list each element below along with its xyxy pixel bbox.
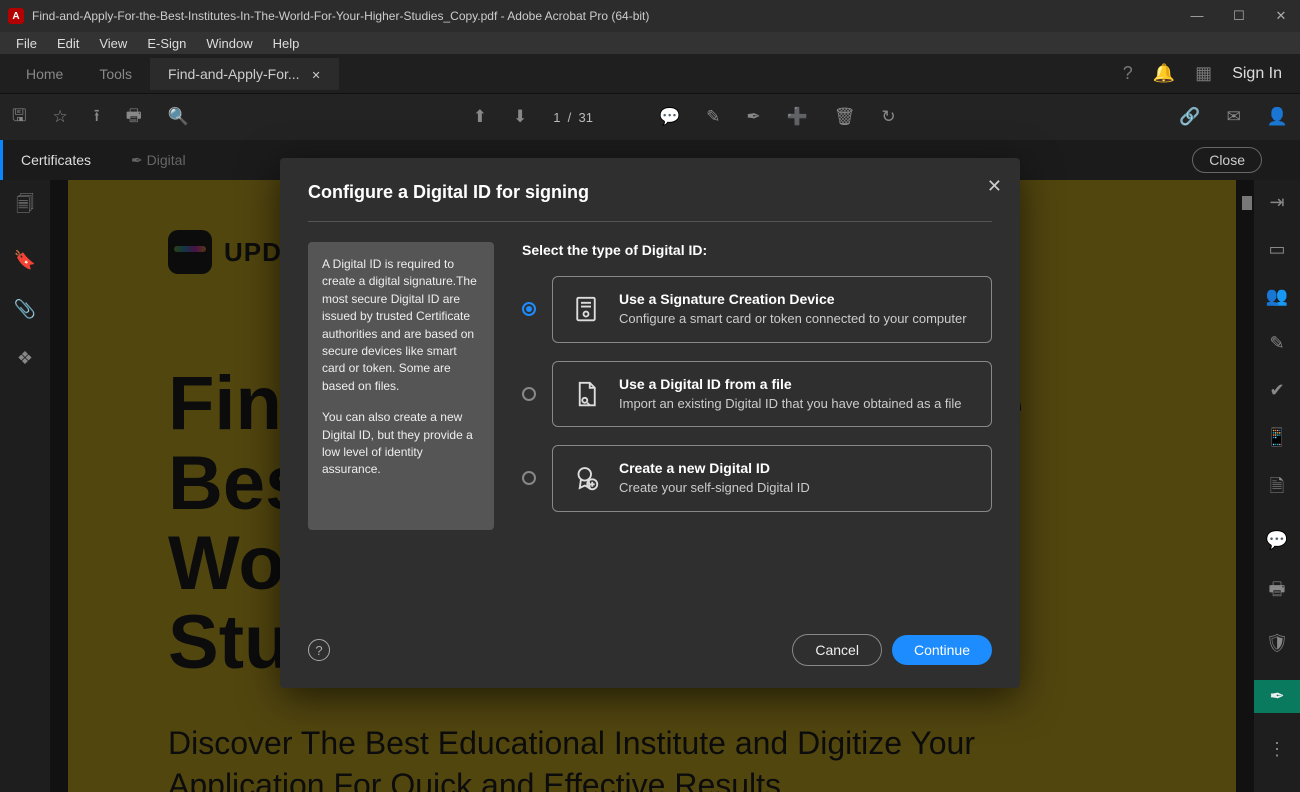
- comment-icon[interactable]: 💬: [659, 107, 680, 127]
- people-icon[interactable]: 👥: [1266, 286, 1288, 307]
- menu-help[interactable]: Help: [263, 36, 310, 51]
- stamp-icon[interactable]: ➕: [787, 107, 808, 127]
- apps-icon[interactable]: ▦: [1195, 63, 1212, 84]
- tab-home-label: Home: [26, 66, 63, 82]
- updf-logo-icon: [168, 230, 212, 274]
- tab-tools[interactable]: Tools: [81, 58, 150, 90]
- page-up-icon[interactable]: ⬆: [473, 107, 487, 127]
- sign-icon[interactable]: ✒: [746, 107, 760, 127]
- left-nav-rail: 🗐 🔖 📎 ❖: [0, 180, 50, 792]
- dialog-close-button[interactable]: ✕: [987, 176, 1002, 197]
- option-signature-device[interactable]: Use a Signature Creation Device Configur…: [552, 276, 992, 343]
- option-1-title: Use a Signature Creation Device: [619, 291, 967, 307]
- tab-home[interactable]: Home: [8, 58, 81, 90]
- notification-icon[interactable]: 🔔: [1153, 63, 1175, 84]
- smartcard-icon: [571, 294, 601, 324]
- option-from-file[interactable]: Use a Digital ID from a file Import an e…: [552, 361, 992, 428]
- minimize-button[interactable]: —: [1190, 8, 1204, 24]
- sign-in-link[interactable]: Sign In: [1232, 65, 1282, 83]
- delete-icon[interactable]: 🗑: [834, 107, 856, 127]
- cancel-button[interactable]: Cancel: [792, 634, 882, 666]
- file-id-icon: [571, 379, 601, 409]
- save-icon[interactable]: 🖫: [12, 103, 26, 132]
- help-icon[interactable]: ?: [1123, 63, 1133, 84]
- tab-document-label: Find-and-Apply-For...: [168, 66, 300, 82]
- thumbnails-icon[interactable]: 🗐: [16, 192, 34, 222]
- option-3-radio[interactable]: [522, 471, 536, 485]
- tab-tools-label: Tools: [99, 66, 132, 82]
- page-down-icon[interactable]: ⬇: [513, 107, 527, 127]
- digitally-sign-tool[interactable]: ✒ Digital: [131, 152, 186, 169]
- maximize-button[interactable]: ☐: [1232, 8, 1246, 24]
- copy-icon[interactable]: 🗎: [1270, 474, 1284, 504]
- window-titlebar: A Find-and-Apply-For-the-Best-Institutes…: [0, 0, 1300, 32]
- fill-sign-icon[interactable]: ✔: [1269, 380, 1284, 401]
- menu-edit[interactable]: Edit: [47, 36, 89, 51]
- link-icon[interactable]: 🔗: [1179, 107, 1200, 127]
- print-icon[interactable]: 🖶: [126, 103, 142, 132]
- option-2-title: Use a Digital ID from a file: [619, 376, 962, 392]
- menu-esign[interactable]: E-Sign: [137, 36, 196, 51]
- attachment-icon[interactable]: 📎: [14, 299, 36, 320]
- print2-icon[interactable]: 🖶: [1269, 577, 1286, 607]
- info-paragraph-2: You can also create a new Digital ID, bu…: [322, 409, 480, 479]
- dialog-title: Configure a Digital ID for signing: [308, 182, 992, 203]
- cloud-upload-icon[interactable]: ⭱: [94, 103, 100, 132]
- more-icon[interactable]: ⋮: [1268, 739, 1286, 760]
- current-page: 1: [553, 110, 560, 125]
- option-3-desc: Create your self-signed Digital ID: [619, 479, 810, 497]
- total-pages: 31: [578, 110, 592, 125]
- star-icon[interactable]: ☆: [52, 107, 67, 127]
- mail-icon[interactable]: ✉: [1227, 107, 1241, 127]
- menu-window[interactable]: Window: [196, 36, 262, 51]
- scrollbar-thumb[interactable]: [1242, 196, 1252, 210]
- dialog-help-button[interactable]: ?: [308, 639, 330, 661]
- option-3-title: Create a new Digital ID: [619, 460, 810, 476]
- option-create-new[interactable]: Create a new Digital ID Create your self…: [552, 445, 992, 512]
- window-title: Find-and-Apply-For-the-Best-Institutes-I…: [32, 9, 1190, 23]
- page-subtitle: Discover The Best Educational Institute …: [168, 723, 1136, 792]
- menu-bar: File Edit View E-Sign Window Help: [0, 32, 1300, 54]
- select-type-label: Select the type of Digital ID:: [522, 242, 992, 258]
- badge-plus-icon: [571, 463, 601, 493]
- info-paragraph-1: A Digital ID is required to create a dig…: [322, 256, 480, 395]
- dialog-info-panel: A Digital ID is required to create a dig…: [308, 242, 494, 530]
- option-2-desc: Import an existing Digital ID that you h…: [619, 395, 962, 413]
- bookmark-icon[interactable]: 🔖: [14, 250, 36, 271]
- right-tools-rail: ⇥ ▭ 👥 ✎ ✔ 📱 🗎 💬 🖶 🛡 ✒ ⋮: [1254, 180, 1300, 792]
- highlight-icon[interactable]: ✎: [706, 107, 720, 127]
- chat-icon[interactable]: 💬: [1266, 530, 1288, 551]
- edit-icon[interactable]: ▭: [1268, 239, 1285, 260]
- menu-file[interactable]: File: [6, 36, 47, 51]
- rotate-icon[interactable]: ↻: [881, 107, 895, 127]
- tab-document[interactable]: Find-and-Apply-For... ✕: [150, 58, 339, 90]
- draw-icon[interactable]: ✎: [1269, 333, 1284, 354]
- layers-icon[interactable]: ❖: [17, 348, 33, 369]
- profile-icon[interactable]: 👤: [1267, 107, 1288, 127]
- configure-digital-id-dialog: Configure a Digital ID for signing ✕ A D…: [280, 158, 1020, 688]
- mobile-icon[interactable]: 📱: [1266, 427, 1288, 448]
- certificates-label: Certificates: [21, 152, 91, 168]
- option-1-desc: Configure a smart card or token connecte…: [619, 310, 967, 328]
- option-2-radio[interactable]: [522, 387, 536, 401]
- tab-strip: Home Tools Find-and-Apply-For... ✕ ? 🔔 ▦…: [0, 54, 1300, 94]
- option-1-radio[interactable]: [522, 302, 536, 316]
- close-subbar-button[interactable]: Close: [1192, 147, 1262, 173]
- page-number[interactable]: 1 / 31: [553, 110, 593, 125]
- shield-icon[interactable]: 🛡: [1266, 633, 1289, 654]
- certificates-tool-icon[interactable]: ✒: [1254, 680, 1300, 713]
- close-window-button[interactable]: ✕: [1274, 8, 1288, 24]
- menu-view[interactable]: View: [89, 36, 137, 51]
- main-toolbar: 🖫 ☆ ⭱ 🖶 🔍 ⬆ ⬇ 1 / 31 💬 ✎ ✒ ➕ 🗑 ↻ 🔗 ✉ 👤: [0, 94, 1300, 140]
- export-icon[interactable]: ⇥: [1269, 192, 1284, 213]
- continue-button[interactable]: Continue: [892, 635, 992, 665]
- search-icon[interactable]: 🔍: [168, 107, 189, 127]
- app-icon: A: [8, 8, 24, 24]
- tab-close-icon[interactable]: ✕: [311, 70, 320, 82]
